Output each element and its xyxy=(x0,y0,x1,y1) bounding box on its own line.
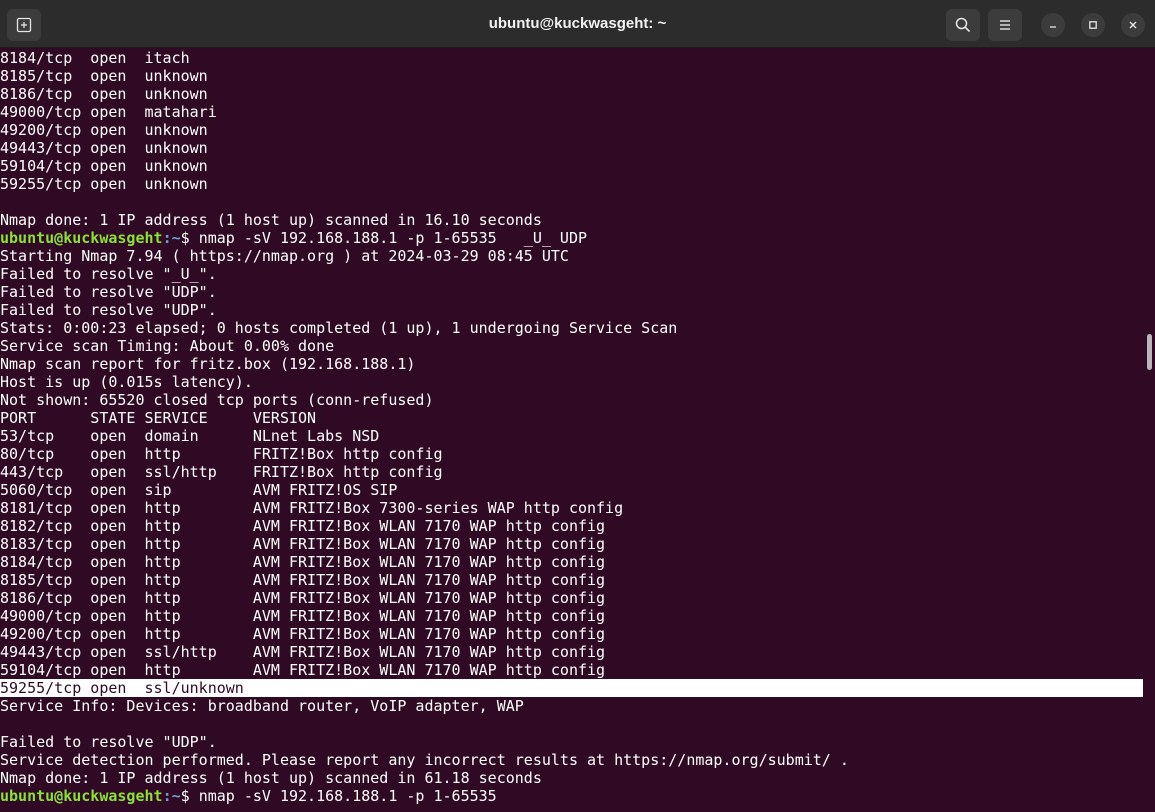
prompt-user: ubuntu@kuckwasgeht xyxy=(0,229,163,247)
terminal-line: Nmap done: 1 IP address (1 host up) scan… xyxy=(0,211,542,229)
terminal-line: 8185/tcp open unknown xyxy=(0,67,208,85)
terminal-line: 8183/tcp open http AVM FRITZ!Box WLAN 71… xyxy=(0,535,606,553)
terminal-line: 59104/tcp open unknown xyxy=(0,157,208,175)
terminal-line: Not shown: 65520 closed tcp ports (conn-… xyxy=(0,391,434,409)
terminal-line: Service detection performed. Please repo… xyxy=(0,751,849,769)
terminal-line: 59104/tcp open http AVM FRITZ!Box WLAN 7… xyxy=(0,661,606,679)
title-bar: ubuntu@kuckwasgeht: ~ xyxy=(0,0,1155,48)
close-icon xyxy=(1129,21,1137,29)
hamburger-menu-icon xyxy=(1000,20,1010,30)
terminal-line: 5060/tcp open sip AVM FRITZ!OS SIP xyxy=(0,481,398,499)
highlighted-line: 59255/tcp open ssl/unknown xyxy=(0,679,1143,697)
maximize-icon xyxy=(1089,21,1097,29)
terminal-line: 8185/tcp open http AVM FRITZ!Box WLAN 71… xyxy=(0,571,606,589)
terminal-line: 49200/tcp open http AVM FRITZ!Box WLAN 7… xyxy=(0,625,606,643)
prompt-symbol: $ xyxy=(180,229,199,247)
terminal-line: Starting Nmap 7.94 ( https://nmap.org ) … xyxy=(0,247,569,265)
prompt-user: ubuntu@kuckwasgeht xyxy=(0,787,163,805)
minimize-icon xyxy=(1050,26,1056,28)
prompt-path: :~ xyxy=(162,229,181,247)
command-text: nmap -sV 192.168.188.1 -p 1-65535 xyxy=(198,787,497,805)
terminal-line: 8181/tcp open http AVM FRITZ!Box 7300-se… xyxy=(0,499,624,517)
terminal-line: Stats: 0:00:23 elapsed; 0 hosts complete… xyxy=(0,319,678,337)
terminal-line: 8186/tcp open unknown xyxy=(0,85,208,103)
terminal-line: 49000/tcp open http AVM FRITZ!Box WLAN 7… xyxy=(0,607,606,625)
search-icon xyxy=(955,17,971,33)
terminal-line: Failed to resolve "UDP". xyxy=(0,283,217,301)
search-button[interactable] xyxy=(946,9,980,41)
prompt-path: :~ xyxy=(162,787,181,805)
terminal-line: 49443/tcp open unknown xyxy=(0,139,208,157)
terminal-line: 59255/tcp open unknown xyxy=(0,175,208,193)
terminal-output[interactable]: 8184/tcp open itach 8185/tcp open unknow… xyxy=(0,48,1143,812)
terminal-line: 49443/tcp open ssl/http AVM FRITZ!Box WL… xyxy=(0,643,606,661)
terminal-line: 443/tcp open ssl/http FRITZ!Box http con… xyxy=(0,463,443,481)
prompt-symbol: $ xyxy=(180,787,199,805)
terminal-line: 8182/tcp open http AVM FRITZ!Box WLAN 71… xyxy=(0,517,606,535)
maximize-button[interactable] xyxy=(1081,13,1105,37)
window-title: ubuntu@kuckwasgeht: ~ xyxy=(488,15,667,32)
minimize-button[interactable] xyxy=(1041,13,1065,37)
terminal-line: Service scan Timing: About 0.00% done xyxy=(0,337,335,355)
command-text: nmap -sV 192.168.188.1 -p 1-65535 _U_ UD… xyxy=(198,229,588,247)
terminal-line: 53/tcp open domain NLnet Labs NSD xyxy=(0,427,380,445)
terminal-line: Failed to resolve "UDP". xyxy=(0,301,217,319)
terminal-line: Service Info: Devices: broadband router,… xyxy=(0,697,524,715)
terminal-line: 49000/tcp open matahari xyxy=(0,103,217,121)
terminal-line: Nmap scan report for fritz.box (192.168.… xyxy=(0,355,416,373)
terminal-line: Host is up (0.015s latency). xyxy=(0,373,253,391)
scrollbar-thumb[interactable] xyxy=(1147,334,1152,370)
prompt-line: ubuntu@kuckwasgeht:~$ nmap -sV 192.168.1… xyxy=(0,787,1143,805)
terminal-line: 8184/tcp open http AVM FRITZ!Box WLAN 71… xyxy=(0,553,606,571)
close-button[interactable] xyxy=(1121,13,1145,37)
terminal-line: Nmap done: 1 IP address (1 host up) scan… xyxy=(0,769,542,787)
menu-button[interactable] xyxy=(988,9,1022,41)
terminal-window: ubuntu@kuckwasgeht: ~ 8184/tcp open itac… xyxy=(0,0,1155,812)
terminal-line: 8186/tcp open http AVM FRITZ!Box WLAN 71… xyxy=(0,589,606,607)
terminal-line: PORT STATE SERVICE VERSION xyxy=(0,409,317,427)
prompt-line: ubuntu@kuckwasgeht:~$ nmap -sV 192.168.1… xyxy=(0,229,1143,247)
terminal-line: 80/tcp open http FRITZ!Box http config xyxy=(0,445,443,463)
terminal-line: Failed to resolve "UDP". xyxy=(0,733,217,751)
terminal-line: 49200/tcp open unknown xyxy=(0,121,208,139)
terminal-line: 8184/tcp open itach xyxy=(0,49,190,67)
terminal-line: Failed to resolve "_U_". xyxy=(0,265,217,283)
